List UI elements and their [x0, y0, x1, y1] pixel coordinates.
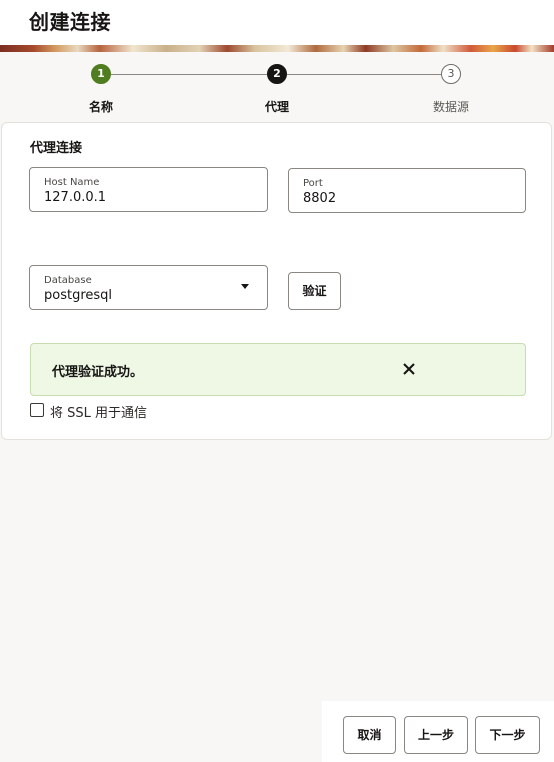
step-2-indicator: 2 — [267, 64, 287, 84]
database-label: Database — [44, 275, 92, 286]
wizard-stepper: 1 名称 2 代理 3 数据源 — [0, 52, 554, 122]
step-2-label: 代理 — [264, 100, 289, 114]
ssl-checkbox[interactable] — [30, 403, 44, 417]
step-3-indicator: 3 — [441, 64, 461, 84]
ssl-checkbox-label[interactable]: 将 SSL 用于通信 — [50, 402, 147, 421]
step-1-label: 名称 — [88, 100, 113, 114]
step-connector-2 — [287, 74, 441, 75]
database-value: postgresql — [44, 288, 113, 303]
dialog-header: 创建连接 — [0, 0, 554, 45]
success-alert: 代理验证成功。 — [30, 343, 526, 396]
chevron-down-icon[interactable] — [241, 284, 249, 289]
close-icon[interactable] — [399, 359, 419, 379]
header-banner-image — [0, 45, 554, 52]
step-connector-1 — [111, 74, 267, 75]
host-name-field[interactable]: Host Name 127.0.0.1 — [29, 167, 268, 212]
step-3-label: 数据源 — [432, 100, 469, 114]
proxy-connection-card: 代理连接 Host Name 127.0.0.1 Port 8802 Datab… — [1, 122, 552, 440]
step-1-indicator[interactable]: 1 — [91, 64, 111, 84]
create-connection-dialog: 创建连接 1 名称 2 代理 3 数据源 代理连接 Host Name 127.… — [0, 0, 554, 762]
page-title: 创建连接 — [29, 10, 111, 34]
database-select[interactable]: Database postgresql — [29, 265, 268, 310]
port-label: Port — [303, 178, 323, 189]
alert-message: 代理验证成功。 — [52, 365, 144, 380]
cancel-button[interactable]: 取消 — [343, 716, 396, 754]
next-button[interactable]: 下一步 — [475, 716, 540, 754]
port-field[interactable]: Port 8802 — [288, 168, 526, 213]
host-name-label: Host Name — [44, 177, 100, 188]
back-button[interactable]: 上一步 — [404, 716, 468, 754]
port-value: 8802 — [303, 191, 337, 206]
host-name-value: 127.0.0.1 — [44, 190, 107, 205]
dialog-footer: 取消 上一步 下一步 — [322, 701, 554, 762]
section-title: 代理连接 — [30, 141, 83, 156]
validate-button[interactable]: 验证 — [288, 272, 341, 310]
